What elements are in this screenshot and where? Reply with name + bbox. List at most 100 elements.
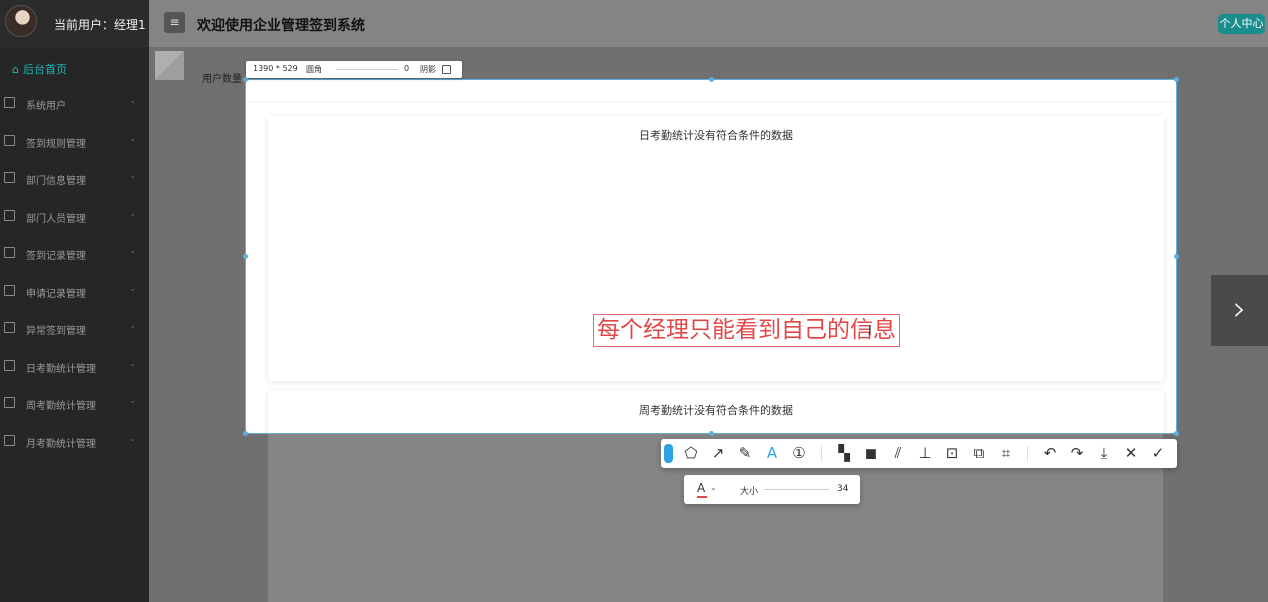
font-color-swatch bbox=[697, 496, 707, 498]
sidebar-item-label: 异常签到管理 bbox=[26, 326, 86, 337]
chevron-down-icon: ⌄ bbox=[129, 284, 136, 293]
selection-top-strip bbox=[246, 80, 1176, 102]
resize-handle-top[interactable] bbox=[709, 77, 714, 82]
blur-icon[interactable]: ◼ bbox=[859, 439, 883, 468]
edit-icon bbox=[4, 172, 15, 183]
sidebar-item-label: 申请记录管理 bbox=[26, 289, 86, 300]
pen-icon[interactable]: ✎ bbox=[733, 439, 757, 468]
chevron-down-icon: ⌄ bbox=[129, 134, 136, 143]
number-icon[interactable]: ① bbox=[787, 439, 811, 468]
sidebar-item-weekly-stats[interactable]: 周考勤统计管理 ⌄ bbox=[4, 396, 144, 416]
chevron-down-icon[interactable]: ⌄ bbox=[710, 483, 717, 492]
weekly-empty-message: 周考勤统计没有符合条件的数据 bbox=[639, 404, 793, 417]
edit-icon bbox=[4, 435, 15, 446]
download-icon[interactable]: ⤓ bbox=[1092, 439, 1116, 468]
text-cursor-icon: I bbox=[868, 324, 872, 339]
toolbar-divider bbox=[821, 446, 822, 461]
edit-icon bbox=[4, 360, 15, 371]
edit-icon bbox=[4, 210, 15, 221]
sidebar-item-departments[interactable]: 部门信息管理 ⌄ bbox=[4, 171, 144, 191]
daily-stats-card: 日考勤统计没有符合条件的数据 每个经理只能看到自己的信息 I bbox=[268, 116, 1164, 381]
chevron-down-icon: ⌄ bbox=[129, 246, 136, 255]
sidebar-item-monthly-stats[interactable]: 月考勤统计管理 ⌄ bbox=[4, 434, 144, 454]
chevron-down-icon: ⌄ bbox=[129, 321, 136, 330]
font-color-picker[interactable]: A bbox=[697, 481, 705, 495]
avatar[interactable] bbox=[5, 5, 37, 37]
menu-icon[interactable]: ≡ bbox=[164, 12, 185, 33]
top-bar: 当前用户：经理1 ≡ 欢迎使用企业管理签到系统 个人中心 bbox=[0, 0, 1268, 47]
daily-empty-message: 日考勤统计没有符合条件的数据 bbox=[639, 129, 793, 142]
font-size-label: 大小 bbox=[740, 487, 759, 497]
redo-icon[interactable]: ↷ bbox=[1065, 439, 1089, 468]
edit-icon bbox=[4, 285, 15, 296]
capture-size: 1390 * 529 bbox=[253, 64, 298, 73]
close-icon[interactable]: ✕ bbox=[1119, 439, 1143, 468]
annotation-toolbar: ⬠ ↗ ✎ A ① ▚ ◼ ⫽ ⊥ ⊡ ⧉ ⌗ ↶ ↷ ⤓ ✕ ✓ bbox=[661, 439, 1177, 468]
sidebar-item-department-staff[interactable]: 部门人员管理 ⌄ bbox=[4, 209, 144, 229]
chevron-down-icon: ⌄ bbox=[129, 359, 136, 368]
arrow-icon[interactable]: ↗ bbox=[706, 439, 730, 468]
edit-icon bbox=[4, 397, 15, 408]
resize-handle-top-right[interactable] bbox=[1174, 77, 1179, 82]
sidebar-item-label: 签到规则管理 bbox=[26, 139, 86, 150]
sidebar-item-label: 后台首页 bbox=[22, 63, 67, 76]
sidebar-item-sign-records[interactable]: 签到记录管理 ⌄ bbox=[4, 246, 144, 266]
chevron-right-icon: › bbox=[1232, 289, 1247, 329]
chevron-down-icon: ⌄ bbox=[129, 171, 136, 180]
sidebar-item-daily-stats[interactable]: 日考勤统计管理 ⌄ bbox=[4, 359, 144, 379]
thumbnail bbox=[155, 51, 184, 80]
weekly-stats-card: 周考勤统计没有符合条件的数据 bbox=[268, 391, 1164, 433]
font-size-slider[interactable] bbox=[764, 489, 829, 490]
text-icon[interactable]: A bbox=[760, 439, 784, 468]
radius-value: 0 bbox=[404, 64, 410, 73]
chevron-down-icon: ⌄ bbox=[129, 209, 136, 218]
shadow-checkbox[interactable] bbox=[442, 65, 451, 74]
resize-handle-bottom[interactable] bbox=[709, 431, 714, 436]
toolbar-divider bbox=[1027, 446, 1028, 461]
chevron-down-icon: ⌄ bbox=[129, 96, 136, 105]
sidebar-item-abnormal-sign[interactable]: 异常签到管理 ⌄ bbox=[4, 321, 144, 341]
text-options-bar: A ⌄ 大小 34 bbox=[684, 475, 860, 504]
edit-icon bbox=[4, 247, 15, 258]
chevron-down-icon: ⌄ bbox=[129, 434, 136, 443]
sidebar-item-label: 系统用户 bbox=[26, 101, 66, 112]
edit-icon bbox=[4, 135, 15, 146]
sidebar-item-sign-rules[interactable]: 签到规则管理 ⌄ bbox=[4, 134, 144, 154]
shadow-label: 阴影 bbox=[420, 65, 436, 74]
undo-icon[interactable]: ↶ bbox=[1038, 439, 1062, 468]
edit-icon bbox=[4, 322, 15, 333]
sidebar-item-label: 周考勤统计管理 bbox=[26, 401, 96, 412]
current-user-label: 当前用户：经理1 bbox=[54, 18, 146, 32]
user-center-button[interactable]: 个人中心 bbox=[1218, 14, 1265, 34]
pattern-icon[interactable]: ⫽ bbox=[886, 439, 910, 468]
drag-handle[interactable] bbox=[664, 444, 673, 463]
annotation-text-box[interactable]: 每个经理只能看到自己的信息 bbox=[593, 314, 900, 347]
mosaic-icon[interactable]: ▚ bbox=[832, 439, 856, 468]
sidebar-item-label: 部门人员管理 bbox=[26, 214, 86, 225]
sidebar-item-application-records[interactable]: 申请记录管理 ⌄ bbox=[4, 284, 144, 304]
resize-handle-left[interactable] bbox=[243, 254, 248, 259]
sidebar-item-label: 日考勤统计管理 bbox=[26, 364, 96, 375]
next-arrow-button[interactable]: › bbox=[1211, 275, 1268, 346]
text-recognize-icon[interactable]: ⌗ bbox=[994, 439, 1018, 468]
pin-icon[interactable]: ⊥ bbox=[913, 439, 937, 468]
sidebar-item-label: 部门信息管理 bbox=[26, 176, 86, 187]
user-count-label: 用户数量 bbox=[202, 74, 242, 85]
capture-selection[interactable]: 日考勤统计没有符合条件的数据 每个经理只能看到自己的信息 I 周考勤统计没有符合… bbox=[245, 79, 1177, 434]
radius-slider[interactable] bbox=[336, 69, 398, 70]
resize-handle-right[interactable] bbox=[1174, 254, 1179, 259]
confirm-icon[interactable]: ✓ bbox=[1146, 439, 1170, 468]
chevron-down-icon: ⌄ bbox=[129, 396, 136, 405]
shape-icon[interactable]: ⬠ bbox=[679, 439, 703, 468]
app-title: 欢迎使用企业管理签到系统 bbox=[197, 18, 365, 34]
resize-handle-bottom-left[interactable] bbox=[243, 431, 248, 436]
sidebar-item-home[interactable]: ⌂ 后台首页 bbox=[12, 61, 67, 77]
sidebar-item-system-users[interactable]: 系统用户 ⌄ bbox=[4, 96, 144, 116]
sidebar-item-label: 签到记录管理 bbox=[26, 251, 86, 262]
font-size-value: 34 bbox=[837, 484, 849, 494]
home-icon: ⌂ bbox=[12, 63, 19, 76]
sidebar-item-label: 月考勤统计管理 bbox=[26, 439, 96, 450]
translate-icon[interactable]: ⧉ bbox=[967, 439, 991, 468]
resize-handle-bottom-right[interactable] bbox=[1174, 431, 1179, 436]
ocr-icon[interactable]: ⊡ bbox=[940, 439, 964, 468]
